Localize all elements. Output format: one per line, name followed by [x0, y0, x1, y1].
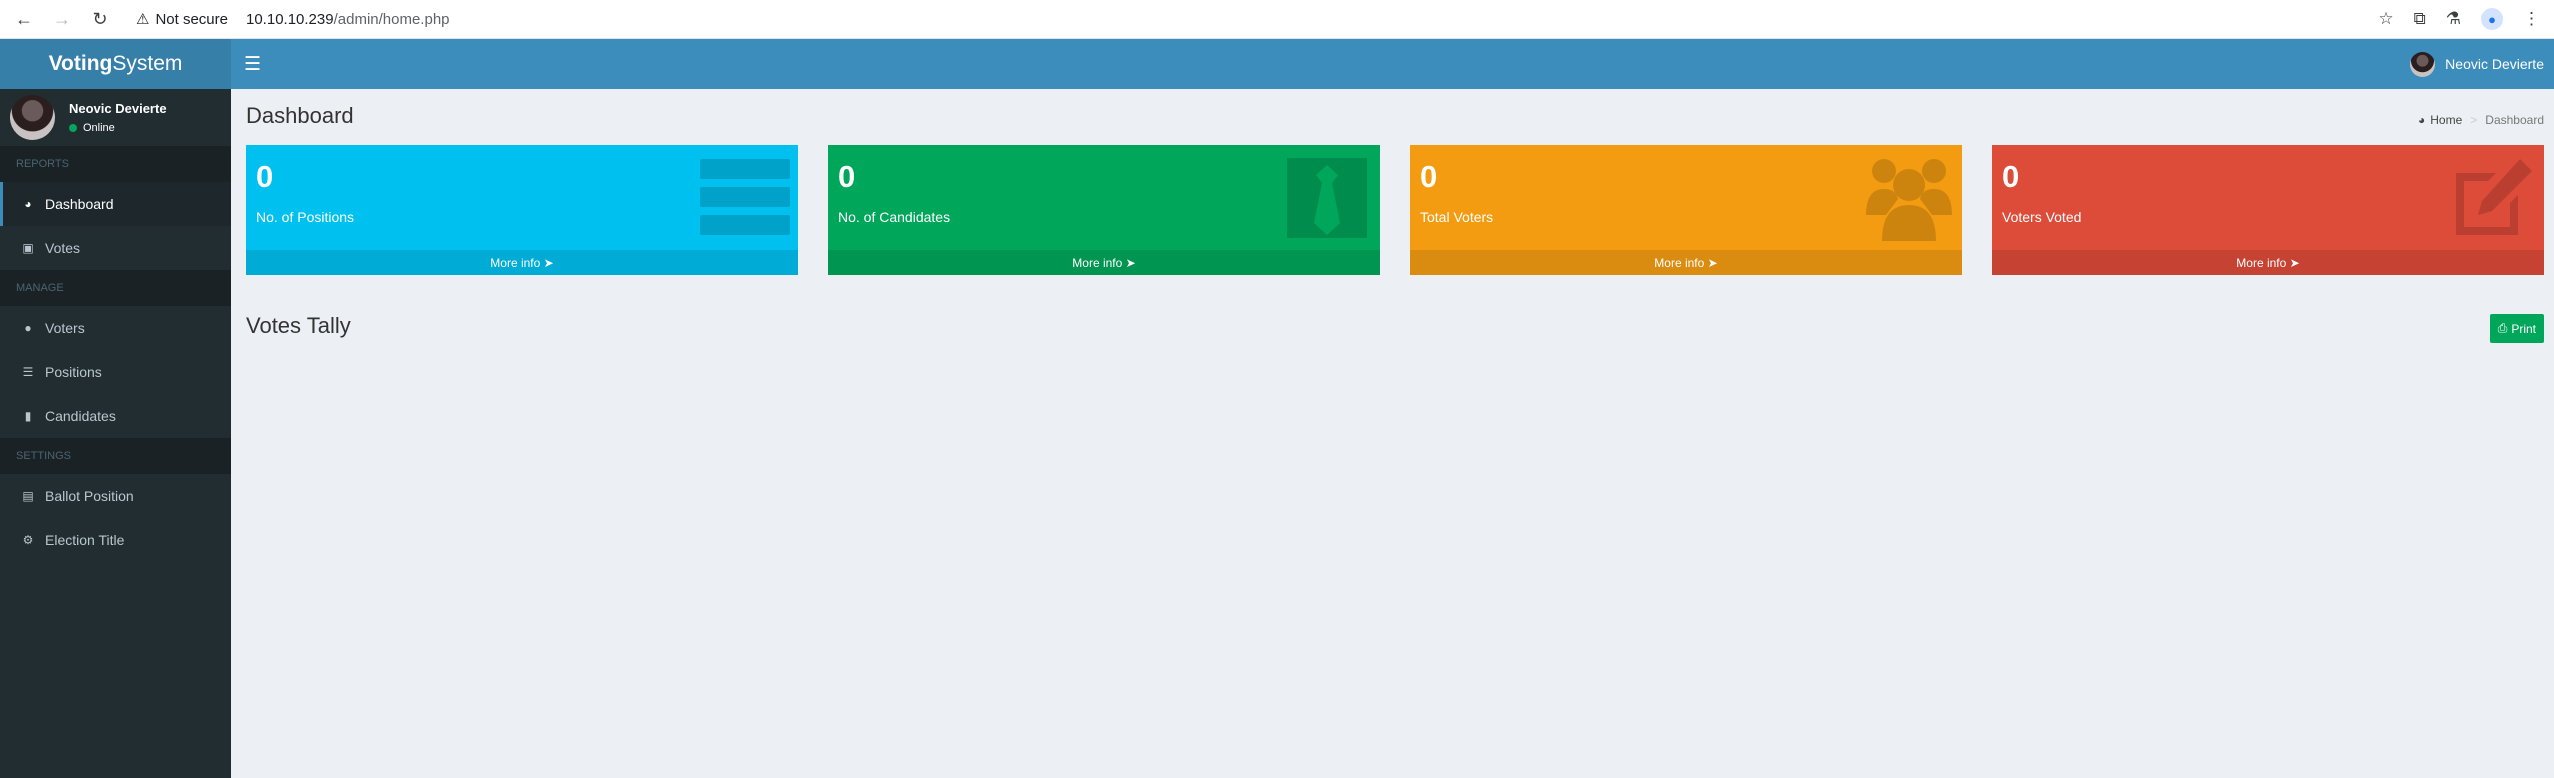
more-info-label: More info: [2236, 255, 2287, 270]
sidebar: Voting System Neovic Devierte Online REPO…: [0, 39, 231, 778]
logo-bold-text: Voting: [48, 52, 113, 75]
user-status[interactable]: Online: [69, 122, 167, 134]
bookmark-star-icon[interactable]: ☆: [2378, 9, 2393, 29]
section-header-settings: SETTINGS: [0, 438, 231, 474]
more-info-label: More info: [1654, 255, 1705, 270]
sidebar-item-label: Voters: [45, 320, 85, 336]
section-header-manage: MANAGE: [0, 270, 231, 306]
back-icon[interactable]: ←: [10, 5, 38, 33]
breadcrumb: ◕ Home > Dashboard: [2418, 113, 2544, 127]
file-text-icon: ▤: [22, 489, 34, 503]
url-host: 10.10.10.239: [246, 10, 334, 28]
lock-icon: ▣: [22, 241, 34, 255]
top-navbar: ☰ Neovic Devierte: [231, 39, 2554, 89]
url-path: /admin/home.php: [333, 10, 450, 28]
cog-icon: ⚙: [22, 533, 34, 547]
sidebar-item-label: Candidates: [45, 408, 116, 424]
user-name: Neovic Devierte: [69, 101, 167, 116]
black-tie-icon: [1287, 158, 1367, 238]
sidebar-item-candidates[interactable]: ▮ Candidates: [0, 394, 231, 438]
arrow-circle-right-icon: ➤: [2289, 255, 2300, 270]
logo-text: System: [112, 52, 183, 75]
sidebar-item-label: Election Title: [45, 532, 125, 548]
votes-tally-title: Votes Tally: [246, 313, 351, 338]
avatar: [10, 95, 55, 140]
app-logo[interactable]: Voting System: [0, 39, 231, 89]
stat-value: 0: [838, 159, 856, 194]
address-bar[interactable]: ⚠ Not secure 10.10.10.239/admin/home.php: [136, 10, 450, 29]
print-label: Print: [2511, 321, 2536, 336]
dashboard-icon: ◕: [24, 197, 32, 211]
sidebar-item-label: Dashboard: [45, 196, 114, 212]
users-icon: [1866, 159, 1952, 241]
page-title: Dashboard: [246, 103, 354, 128]
breadcrumb-current: Dashboard: [2485, 113, 2544, 127]
sidebar-item-label: Positions: [45, 364, 102, 380]
print-button[interactable]: ⎙ Print: [2489, 314, 2544, 343]
tasks-icon: ☰: [22, 365, 34, 379]
stat-value: 0: [256, 159, 274, 194]
more-info-link[interactable]: More info ➤: [246, 250, 798, 275]
home-icon: ◕: [2418, 113, 2426, 127]
labs-flask-icon[interactable]: ⚗: [2446, 9, 2461, 29]
section-header-reports: REPORTS: [0, 146, 231, 182]
stat-label: No. of Positions: [256, 209, 355, 225]
more-info-link[interactable]: More info ➤: [1992, 250, 2544, 275]
more-info-label: More info: [490, 255, 541, 270]
avatar: [2410, 51, 2436, 77]
browser-toolbar: ← → ↻ ⚠ Not secure 10.10.10.239/admin/ho…: [0, 0, 2554, 39]
extensions-icon[interactable]: ⧉: [2414, 9, 2426, 29]
security-label[interactable]: Not secure: [155, 11, 228, 28]
sidebar-item-ballot-position[interactable]: ▤ Ballot Position: [0, 474, 231, 518]
arrow-circle-right-icon: ➤: [1707, 255, 1718, 270]
more-info-link[interactable]: More info ➤: [1410, 250, 1962, 275]
sidebar-item-label: Ballot Position: [45, 488, 134, 504]
tasks-icon: [700, 159, 790, 235]
edit-icon: [2456, 159, 2532, 235]
sidebar-item-votes[interactable]: ▣ Votes: [0, 226, 231, 270]
forward-icon[interactable]: →: [48, 5, 76, 33]
warning-icon: ⚠: [136, 11, 150, 28]
stat-label: Total Voters: [1420, 209, 1494, 225]
breadcrumb-home[interactable]: Home: [2430, 113, 2462, 127]
stat-value: 0: [1420, 159, 1438, 194]
black-tie-icon: ▮: [24, 409, 32, 423]
sidebar-item-label: Votes: [45, 240, 81, 256]
more-info-link[interactable]: More info ➤: [828, 250, 1380, 275]
breadcrumb-separator: >: [2470, 113, 2478, 127]
reload-icon[interactable]: ↻: [86, 5, 114, 33]
sidebar-toggle-icon[interactable]: ☰: [244, 53, 261, 76]
arrow-circle-right-icon: ➤: [543, 255, 554, 270]
stat-box-voters-voted: 0 Voters Voted More info ➤: [1992, 145, 2544, 275]
user-menu[interactable]: Neovic Devierte: [2410, 51, 2544, 77]
status-label: Online: [83, 122, 115, 134]
sidebar-item-dashboard[interactable]: ◕ Dashboard: [0, 182, 231, 226]
stat-box-positions: 0 No. of Positions More info ➤: [246, 145, 798, 275]
sidebar-item-voters[interactable]: ● Voters: [0, 306, 231, 350]
stat-box-candidates: 0 No. of Candidates More info ➤: [828, 145, 1380, 275]
stat-value: 0: [2002, 159, 2020, 194]
stat-label: Voters Voted: [2002, 209, 2082, 225]
sidebar-item-positions[interactable]: ☰ Positions: [0, 350, 231, 394]
arrow-circle-right-icon: ➤: [1125, 255, 1136, 270]
stat-box-total-voters: 0 Total Voters More info ➤: [1410, 145, 1962, 275]
online-status-icon: [69, 124, 77, 132]
sidebar-item-election-title[interactable]: ⚙ Election Title: [0, 518, 231, 562]
users-icon: ●: [24, 321, 32, 335]
stat-label: No. of Candidates: [838, 209, 951, 225]
browser-menu-icon[interactable]: ⋮: [2523, 9, 2540, 29]
user-menu-name: Neovic Devierte: [2445, 56, 2544, 72]
more-info-label: More info: [1072, 255, 1123, 270]
profile-icon[interactable]: ●: [2481, 8, 2503, 30]
user-panel: Neovic Devierte Online: [0, 89, 231, 146]
main-content: Dashboard ◕ Home > Dashboard 0 No. of Po…: [231, 89, 2554, 778]
print-icon: ⎙: [2497, 321, 2508, 335]
